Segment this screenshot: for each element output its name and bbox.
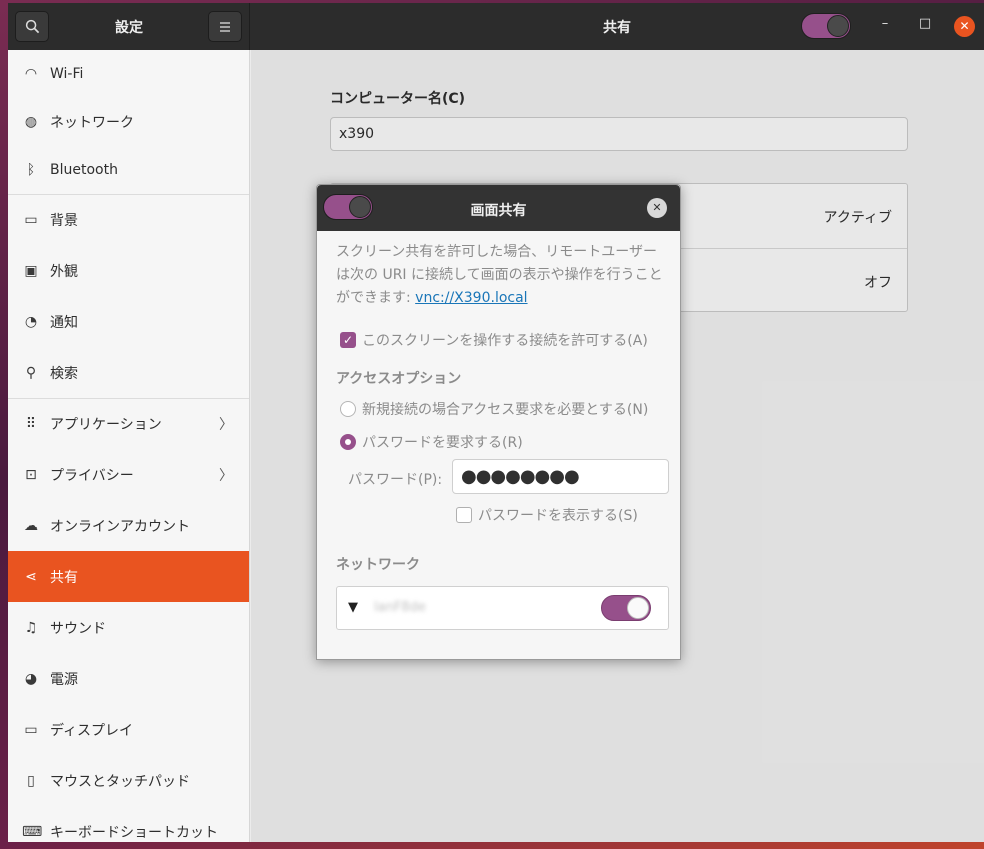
sidebar-item-label: 通知 bbox=[50, 314, 78, 331]
access-options-title: アクセスオプション bbox=[336, 371, 462, 387]
sidebar-item-label: サウンド bbox=[50, 620, 106, 637]
allow-control-row[interactable]: ✓ このスクリーンを操作する接続を許可する(A) bbox=[340, 330, 648, 350]
sidebar: ◠ Wi-Fi ◍ ネットワーク ᛒ Bluetooth ▭ 背景 ▣ 外観 ◔… bbox=[8, 50, 250, 842]
new-connection-option[interactable]: 新規接続の場合アクセス要求を必要とする(N) bbox=[340, 399, 648, 419]
sidebar-item-label: 電源 bbox=[50, 671, 78, 688]
mouse-icon: ▯ bbox=[27, 772, 35, 789]
sidebar-item-label: オンラインアカウント bbox=[50, 518, 190, 535]
network-row: ▼ lanF8de bbox=[336, 586, 669, 630]
sidebar-item-bluetooth[interactable]: ᛒ Bluetooth bbox=[8, 146, 249, 194]
toggle-knob bbox=[827, 15, 849, 37]
sharing-master-toggle[interactable] bbox=[801, 13, 851, 39]
sidebar-item-displays[interactable]: ▭ ディスプレイ bbox=[8, 704, 249, 755]
dialog-header: 画面共有 ✕ bbox=[317, 185, 680, 231]
sidebar-item-background[interactable]: ▭ 背景 bbox=[8, 194, 249, 245]
wifi-icon: ◠ bbox=[24, 66, 38, 82]
network-icon: ◍ bbox=[24, 114, 38, 130]
power-icon: ◕ bbox=[24, 670, 38, 687]
sidebar-item-label: プライバシー bbox=[50, 467, 134, 484]
allow-control-checkbox[interactable]: ✓ bbox=[340, 332, 356, 348]
sidebar-item-label: 外観 bbox=[50, 263, 78, 280]
sidebar-item-search[interactable]: ⚲ 検索 bbox=[8, 347, 249, 398]
notification-bell-icon: ◔ bbox=[24, 313, 38, 330]
new-connection-label: 新規接続の場合アクセス要求を必要とする(N) bbox=[362, 402, 649, 418]
appearance-icon: ▣ bbox=[24, 262, 38, 279]
sidebar-item-mouse-touchpad[interactable]: ▯ マウスとタッチパッド bbox=[8, 755, 249, 806]
share-icon: ⋖ bbox=[25, 568, 37, 585]
sidebar-item-label: ディスプレイ bbox=[50, 722, 134, 739]
keyboard-icon: ⌨ bbox=[22, 823, 43, 840]
search-icon: ⚲ bbox=[25, 364, 37, 381]
sidebar-item-label: Wi-Fi bbox=[50, 66, 84, 82]
sidebar-item-power[interactable]: ◕ 電源 bbox=[8, 653, 249, 704]
wifi-signal-icon: ▼ bbox=[348, 600, 358, 615]
network-name: lanF8de bbox=[374, 600, 426, 615]
applications-grid-icon: ⠿ bbox=[25, 416, 37, 432]
sidebar-item-wifi[interactable]: ◠ Wi-Fi bbox=[8, 50, 249, 98]
require-password-radio[interactable] bbox=[340, 434, 356, 450]
dialog-description: スクリーン共有を許可した場合、リモートユーザーは次の URI に接続して画面の表… bbox=[336, 241, 671, 310]
header-bar: 設定 共有 – □ ✕ bbox=[8, 3, 984, 50]
sidebar-item-label: ネットワーク bbox=[50, 115, 134, 131]
password-label: パスワード(P): bbox=[348, 472, 443, 488]
music-note-icon: ♫ bbox=[24, 619, 38, 636]
toggle-knob bbox=[627, 597, 649, 619]
chevron-right-icon: 〉 bbox=[219, 467, 233, 484]
allow-control-label: このスクリーンを操作する接続を許可する(A) bbox=[362, 333, 648, 349]
sidebar-item-notifications[interactable]: ◔ 通知 bbox=[8, 296, 249, 347]
close-icon: ✕ bbox=[652, 201, 662, 214]
show-password-checkbox[interactable] bbox=[456, 507, 472, 523]
sidebar-item-keyboard-shortcuts[interactable]: ⌨ キーボードショートカット bbox=[8, 806, 249, 842]
dialog-close-button[interactable]: ✕ bbox=[647, 198, 667, 218]
sidebar-item-label: マウスとタッチパッド bbox=[50, 773, 190, 790]
sidebar-item-label: Bluetooth bbox=[50, 162, 118, 178]
dialog-title: 画面共有 bbox=[470, 203, 527, 219]
lock-icon: ⊡ bbox=[25, 466, 37, 483]
require-password-option[interactable]: パスワードを要求する(R) bbox=[340, 432, 523, 452]
sidebar-item-privacy[interactable]: ⊡ プライバシー 〉 bbox=[8, 449, 249, 500]
sidebar-item-label: 共有 bbox=[50, 569, 78, 586]
sidebar-header: 設定 bbox=[8, 3, 250, 50]
show-password-label: パスワードを表示する(S) bbox=[478, 508, 638, 524]
menu-button[interactable] bbox=[208, 11, 242, 42]
sidebar-item-network[interactable]: ◍ ネットワーク bbox=[8, 98, 249, 146]
hamburger-menu-icon bbox=[220, 21, 230, 32]
sidebar-item-sharing[interactable]: ⋖ 共有 bbox=[8, 551, 249, 602]
sidebar-item-online-accounts[interactable]: ☁ オンラインアカウント bbox=[8, 500, 249, 551]
show-password-row[interactable]: パスワードを表示する(S) bbox=[456, 505, 638, 525]
background-icon: ▭ bbox=[24, 212, 38, 228]
sidebar-item-sound[interactable]: ♫ サウンド bbox=[8, 602, 249, 653]
chevron-right-icon: 〉 bbox=[219, 417, 233, 433]
bluetooth-icon: ᛒ bbox=[26, 162, 36, 178]
require-password-label: パスワードを要求する(R) bbox=[362, 435, 523, 451]
minimize-button[interactable]: – bbox=[874, 16, 896, 31]
screen-sharing-dialog: 画面共有 ✕ スクリーン共有を許可した場合、リモートユーザーは次の URI に接… bbox=[316, 184, 681, 660]
sidebar-item-label: キーボードショートカット bbox=[50, 824, 218, 841]
cloud-icon: ☁ bbox=[24, 517, 38, 534]
sidebar-item-label: 検索 bbox=[50, 365, 78, 382]
sidebar-item-label: アプリケーション bbox=[50, 417, 162, 433]
vnc-uri-link[interactable]: vnc://X390.local bbox=[415, 290, 527, 306]
sidebar-item-label: 背景 bbox=[50, 213, 78, 229]
network-toggle[interactable] bbox=[601, 595, 651, 621]
new-connection-radio[interactable] bbox=[340, 401, 356, 417]
sidebar-item-appearance[interactable]: ▣ 外観 bbox=[8, 245, 249, 296]
network-section-title: ネットワーク bbox=[336, 557, 420, 573]
password-field[interactable]: ●●●●●●●● bbox=[452, 459, 669, 494]
sidebar-item-applications[interactable]: ⠿ アプリケーション 〉 bbox=[8, 398, 249, 449]
display-icon: ▭ bbox=[24, 721, 38, 738]
maximize-button[interactable]: □ bbox=[914, 16, 936, 31]
close-window-button[interactable]: ✕ bbox=[954, 16, 975, 37]
